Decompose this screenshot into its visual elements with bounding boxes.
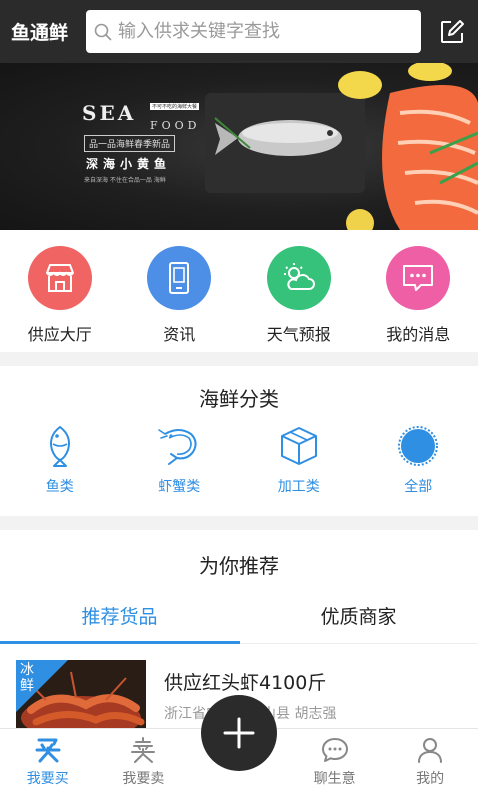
- nav-news[interactable]: 资讯: [120, 230, 240, 352]
- banner-line1: 品一品海鲜春季新品: [84, 135, 176, 152]
- publish-button[interactable]: [200, 695, 277, 771]
- chat-icon: [320, 735, 350, 765]
- category-all[interactable]: 全部: [359, 424, 478, 496]
- promo-banner[interactable]: SEA 不可不吃的海鲜大餐 FOOD 品一品海鲜春季新品 深海小黄鱼 来自深海 …: [0, 63, 478, 230]
- search-input[interactable]: [118, 21, 408, 42]
- nav-label: 资讯: [163, 325, 196, 344]
- bottom-nav-chat[interactable]: 聊生意: [287, 729, 383, 798]
- bottom-nav-label: 我要卖: [122, 771, 165, 787]
- bottom-nav-buy[interactable]: 我要买: [0, 729, 96, 798]
- nav-supply-hall[interactable]: 供应大厅: [0, 230, 120, 352]
- bottom-nav-label: 我要买: [26, 771, 69, 787]
- user-icon: [415, 735, 445, 765]
- category-label: 虾蟹类: [158, 479, 201, 495]
- banner-sea-text: SEA: [82, 101, 137, 125]
- banner-artwork: [205, 63, 478, 230]
- quick-nav: 供应大厅 资讯 天气预报 我的消息: [0, 230, 478, 352]
- shrimp-icon: [157, 424, 201, 468]
- seafood-category-section: 海鲜分类 鱼类 虾蟹类 加工类 全部: [0, 366, 478, 516]
- product-title: 供应红头虾4100斤: [164, 672, 327, 694]
- fish-icon: [38, 424, 82, 468]
- bottom-nav-center: [191, 695, 287, 798]
- category-shrimp-crab[interactable]: 虾蟹类: [120, 424, 240, 496]
- banner-line3: 来自深海 不住在合品一品 海鲜: [84, 177, 166, 184]
- compose-button[interactable]: [438, 18, 466, 46]
- active-tab-indicator: [0, 641, 240, 644]
- nav-label: 我的消息: [386, 325, 451, 344]
- section-title: 海鲜分类: [199, 387, 279, 411]
- category-fish[interactable]: 鱼类: [0, 424, 120, 496]
- category-processed[interactable]: 加工类: [239, 424, 359, 496]
- banner-line2: 深海小黄鱼: [86, 157, 172, 171]
- search-icon: [94, 23, 112, 40]
- buy-icon: [33, 735, 63, 765]
- section-title: 为你推荐: [199, 554, 279, 578]
- bottom-nav-sell[interactable]: 我要卖: [96, 729, 192, 798]
- tab-quality-merchants[interactable]: 优质商家: [239, 596, 478, 643]
- sell-icon: [128, 735, 158, 765]
- plus-icon: [223, 717, 255, 749]
- message-icon: [386, 246, 451, 310]
- recommend-tabs: 推荐货品 优质商家: [0, 596, 478, 644]
- fresh-badge: 冰鲜: [20, 662, 34, 694]
- nav-label: 天气预报: [266, 325, 331, 344]
- bottom-nav: 我要买 我要卖 聊生意 我的: [0, 695, 478, 798]
- top-header: 鱼通鲜: [0, 0, 478, 63]
- search-bar[interactable]: [86, 10, 421, 53]
- edit-icon: [441, 19, 464, 43]
- nav-messages[interactable]: 我的消息: [359, 230, 478, 352]
- bottom-nav-mine[interactable]: 我的: [382, 729, 478, 798]
- category-label: 加工类: [277, 479, 320, 495]
- bottom-nav-label: 我的: [416, 771, 445, 787]
- phone-icon: [147, 246, 212, 310]
- tab-recommended-goods[interactable]: 推荐货品: [0, 596, 239, 643]
- app-brand: 鱼通鲜: [11, 22, 69, 44]
- box-icon: [277, 424, 321, 468]
- weather-icon: [266, 246, 331, 310]
- bottom-nav-label: 聊生意: [313, 771, 356, 787]
- banner-tag: 不可不吃的海鲜大餐: [150, 103, 200, 110]
- category-label: 鱼类: [45, 479, 74, 495]
- category-label: 全部: [404, 479, 433, 495]
- banner-food-text: FOOD: [150, 119, 201, 132]
- nav-weather[interactable]: 天气预报: [239, 230, 359, 352]
- storefront-icon: [27, 246, 92, 310]
- nav-label: 供应大厅: [27, 325, 92, 344]
- all-icon: [396, 424, 440, 468]
